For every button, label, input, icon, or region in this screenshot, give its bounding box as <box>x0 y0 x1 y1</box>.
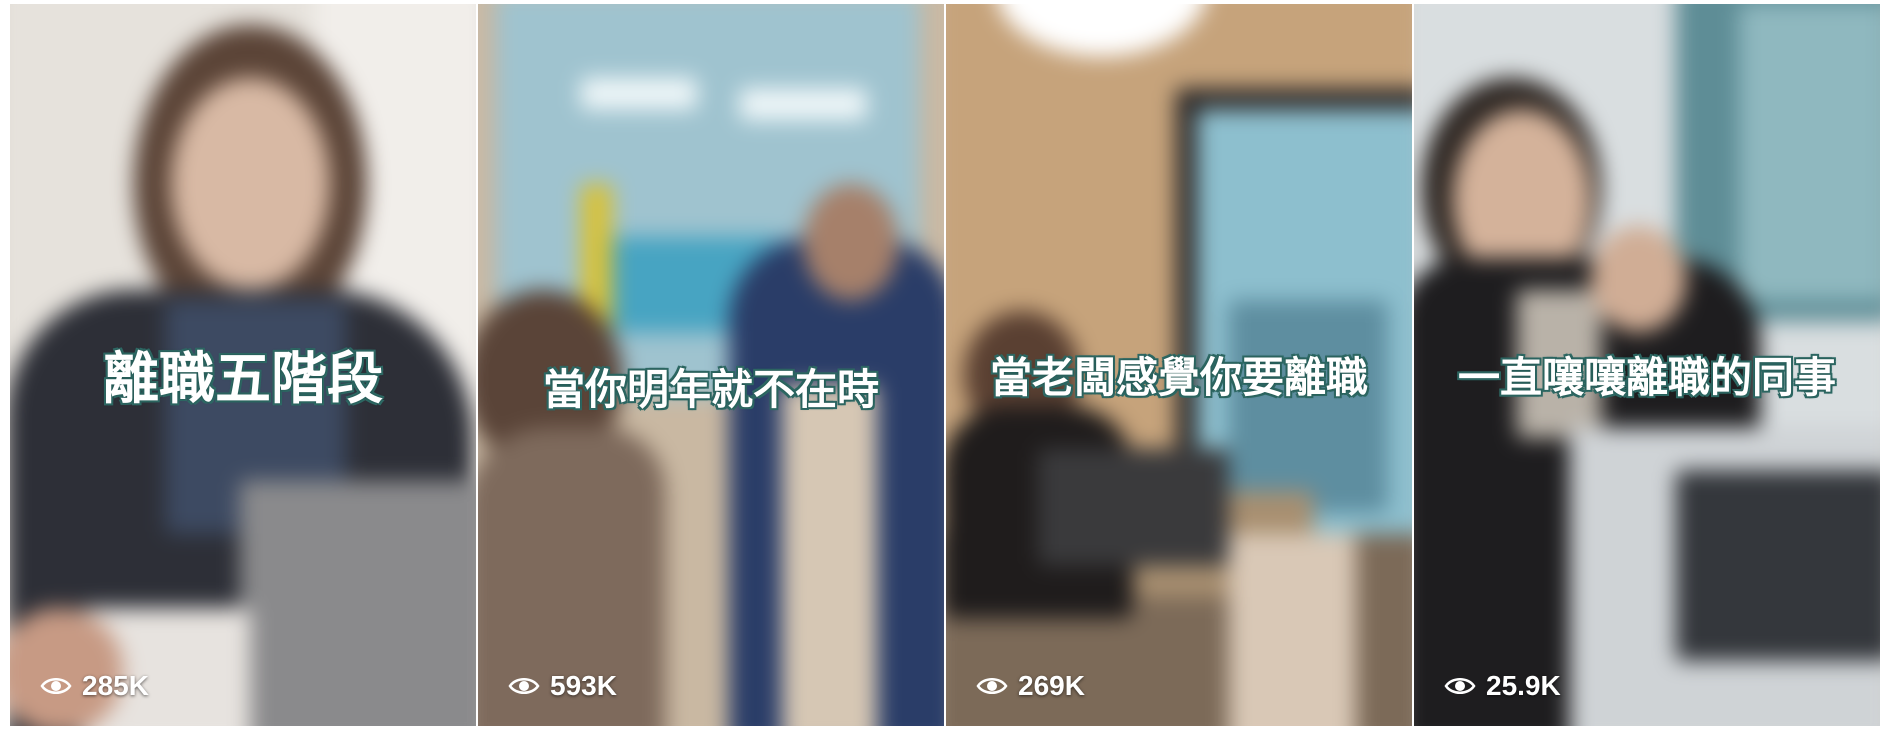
video-caption: 離職五階段 <box>102 345 384 413</box>
view-count: 269K <box>976 670 1085 702</box>
video-caption: 一直嚷嚷離職的同事 <box>1457 352 1837 403</box>
video-thumbnail[interactable]: 當你明年就不在時 593K <box>478 4 944 726</box>
view-count-label: 269K <box>1018 670 1085 701</box>
view-count: 25.9K <box>1444 670 1561 702</box>
video-thumbnail[interactable]: 離職五階段 285K <box>10 4 476 726</box>
video-thumbnail[interactable]: 當老闆感覺你要離職 269K <box>946 4 1412 726</box>
video-caption: 當老闆感覺你要離職 <box>989 352 1369 403</box>
eye-icon <box>1444 678 1476 694</box>
view-count-label: 593K <box>550 670 617 701</box>
video-thumbnail[interactable]: 一直嚷嚷離職的同事 25.9K <box>1414 4 1880 726</box>
view-count: 285K <box>40 670 149 702</box>
eye-icon <box>40 678 72 694</box>
view-count-label: 25.9K <box>1486 670 1561 701</box>
video-grid: 離職五階段 285K 當你明年就不在時 593K 當老闆感覺你要離職 269K … <box>10 4 1880 726</box>
eye-icon <box>508 678 540 694</box>
eye-icon <box>976 678 1008 694</box>
view-count: 593K <box>508 670 617 702</box>
view-count-label: 285K <box>82 670 149 701</box>
video-caption: 當你明年就不在時 <box>542 364 880 415</box>
